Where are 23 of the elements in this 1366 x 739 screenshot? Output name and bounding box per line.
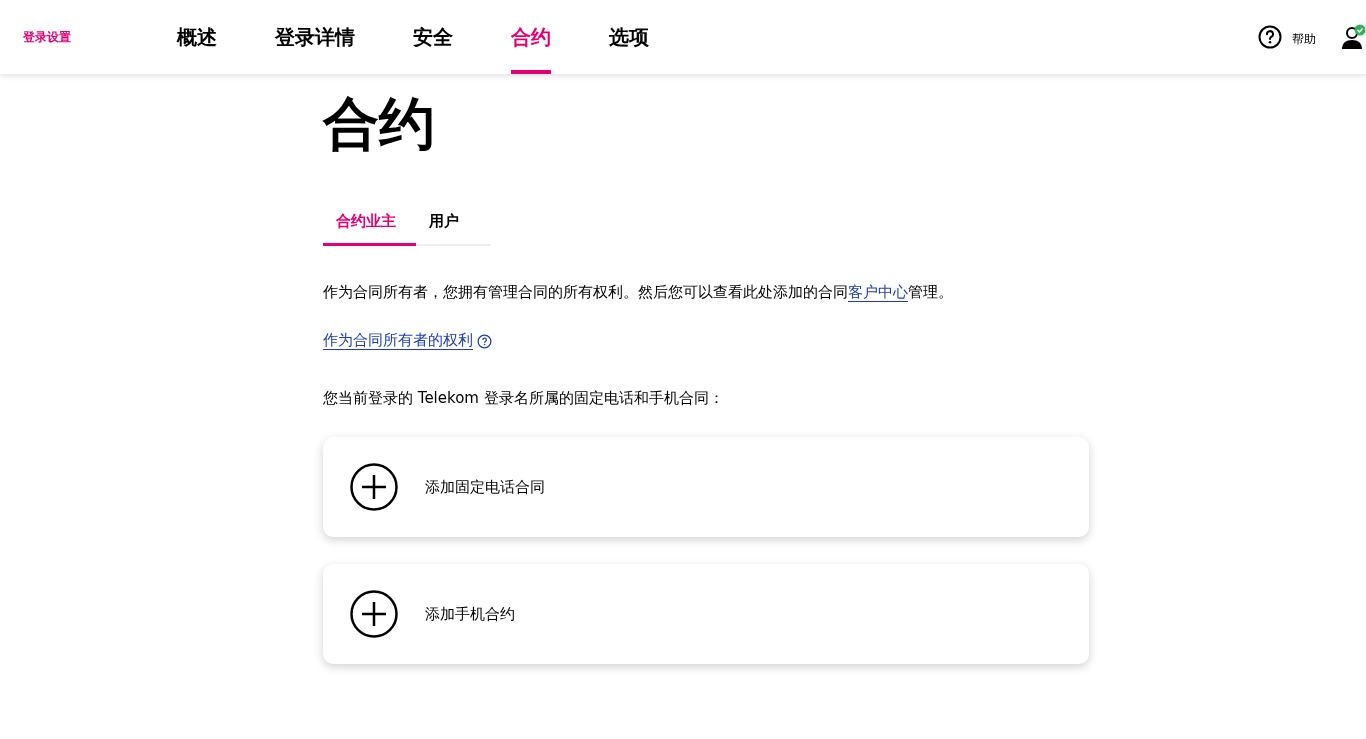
add-contract-card[interactable]: 添加固定电话合同 [323,437,1089,537]
sub-tab[interactable]: 用户 [416,208,472,246]
add-contract-card[interactable]: 添加手机合约 [323,564,1089,664]
nav-tab[interactable]: 登录详情 [275,0,355,74]
help-icon[interactable] [1258,25,1282,49]
nav-tab[interactable]: 概述 [177,0,217,74]
nav-tab[interactable]: 合约 [511,0,551,74]
help-icon[interactable] [477,334,492,349]
help-link[interactable]: 帮助 [1292,26,1316,48]
plus-circle-icon [350,590,398,638]
nav-tab[interactable]: 选项 [609,0,649,74]
user-icon[interactable] [1342,24,1366,50]
card-label: 添加手机合约 [425,604,515,624]
contracts-label: 您当前登录的 Telekom 登录名所属的固定电话和手机合同： [323,388,725,409]
rights-link[interactable]: 作为合同所有者的权利 [323,328,473,352]
nav-tab[interactable]: 安全 [413,0,453,74]
card-label: 添加固定电话合同 [425,477,545,497]
brand-title[interactable]: 登录设置 [23,28,177,46]
intro-text: 作为合同所有者，您拥有管理合同的所有权利。然后您可以查看此处添加的合同客户中心管理。 [323,282,954,303]
plus-circle-icon [350,463,398,511]
customer-center-link[interactable]: 客户中心 [848,283,908,301]
sub-tab[interactable]: 合约业主 [323,208,416,246]
page-title: 合约 [323,90,436,158]
